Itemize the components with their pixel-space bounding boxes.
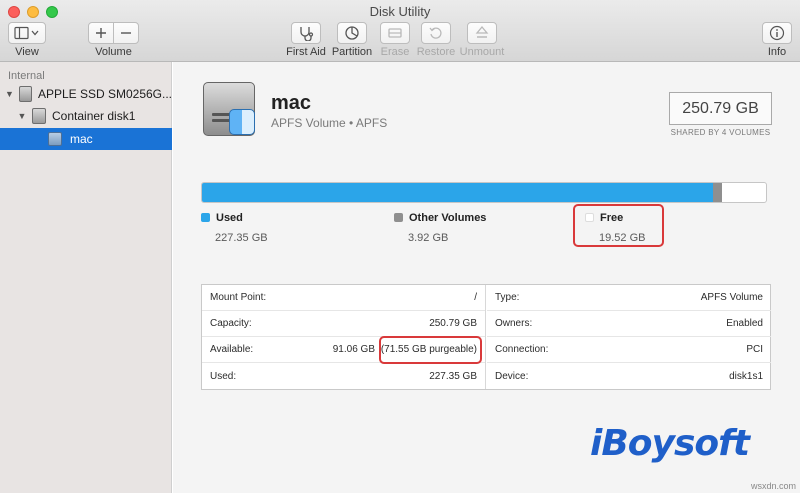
- info-row-device: Device: disk1s1: [495, 370, 763, 382]
- partition-label: Partition: [331, 46, 373, 58]
- sidebar-section-internal: Internal: [8, 70, 45, 82]
- restore-icon: [429, 27, 442, 39]
- usage-bar: [201, 182, 767, 203]
- remove-volume-button[interactable]: [113, 22, 139, 44]
- info-table: Mount Point: / Capacity: 250.79 GB Avail…: [201, 284, 771, 390]
- partition-pie-icon: [345, 26, 359, 40]
- other-swatch: [394, 213, 403, 222]
- add-volume-button[interactable]: [88, 22, 114, 44]
- sidebar-item-apple-ssd[interactable]: ▼ APPLE SSD SM0256G...: [0, 83, 172, 105]
- partition-button[interactable]: [337, 22, 367, 44]
- sidebar-item-container-disk1[interactable]: ▼ Container disk1: [0, 105, 172, 127]
- sidebar-item-mac[interactable]: mac: [0, 128, 172, 150]
- volume-name: mac: [271, 92, 312, 114]
- info-button[interactable]: [762, 22, 792, 44]
- view-button[interactable]: [8, 22, 46, 44]
- available-value: 91.06 GB: [332, 344, 375, 355]
- sidebar-icon: [14, 26, 39, 40]
- unmount-button[interactable]: [467, 22, 497, 44]
- info-row-owners: Owners: Enabled: [487, 311, 771, 337]
- erase-icon: [388, 28, 402, 38]
- usage-bar-used: [202, 183, 714, 202]
- volume-subtitle: APFS Volume • APFS: [271, 116, 388, 130]
- info-icon: [769, 25, 785, 41]
- disclosure-triangle-icon[interactable]: ▼: [16, 111, 28, 121]
- info-label: Info: [767, 46, 787, 58]
- erase-label: Erase: [380, 46, 410, 58]
- sidebar: Internal ▼ APPLE SSD SM0256G... ▼ Contai…: [0, 62, 172, 493]
- window-title: Disk Utility: [369, 4, 431, 19]
- disclosure-triangle-icon[interactable]: ▼: [4, 89, 15, 99]
- info-row-capacity: Capacity: 250.79 GB: [202, 311, 485, 337]
- purgeable-highlight-box: [379, 336, 482, 364]
- usage-bar-other: [713, 183, 723, 202]
- sidebar-item-label: APPLE SSD SM0256G...: [37, 87, 172, 101]
- first-aid-button[interactable]: [291, 22, 321, 44]
- disk-icon: [18, 86, 32, 102]
- capacity-box: 250.79 GB: [669, 92, 772, 125]
- sidebar-item-label: Container disk1: [52, 109, 136, 123]
- used-swatch: [201, 213, 210, 222]
- first-aid-label: First Aid: [286, 46, 326, 58]
- volume-label: Volume: [95, 46, 132, 58]
- used-value: 227.35 GB: [215, 232, 268, 244]
- info-row-used: Used: 227.35 GB: [210, 370, 477, 382]
- view-label: View: [15, 46, 39, 58]
- disk-icon: [32, 108, 46, 124]
- watermark-logo: iBoysoft: [590, 423, 750, 464]
- shared-note: SHARED BY 4 VOLUMES: [670, 128, 771, 137]
- stethoscope-icon: [300, 27, 314, 41]
- info-row-type: Type: APFS Volume: [487, 285, 771, 311]
- minus-icon: [121, 32, 131, 34]
- erase-button[interactable]: [380, 22, 410, 44]
- site-watermark: wsxdn.com: [750, 481, 796, 491]
- finder-icon: [229, 109, 255, 135]
- info-row-connection: Connection: PCI: [487, 337, 771, 363]
- restore-button[interactable]: [421, 22, 451, 44]
- legend-other-volumes: Other Volumes 3.92 GB: [394, 210, 486, 244]
- plus-icon: [96, 28, 106, 38]
- info-column-right: Type: APFS Volume Owners: Enabled Connec…: [487, 285, 771, 389]
- toolbar: Disk Utility View Volume First Aid Parti…: [0, 0, 800, 62]
- free-highlight-box: [573, 204, 664, 247]
- other-value: 3.92 GB: [408, 232, 449, 244]
- legend-used: Used 227.35 GB: [201, 210, 268, 244]
- info-row-mount-point: Mount Point: /: [202, 285, 485, 311]
- restore-label: Restore: [416, 46, 456, 58]
- unmount-icon: [475, 25, 489, 38]
- unmount-label: Unmount: [459, 46, 505, 58]
- volume-icon: [48, 132, 62, 146]
- sidebar-item-label: mac: [70, 132, 93, 146]
